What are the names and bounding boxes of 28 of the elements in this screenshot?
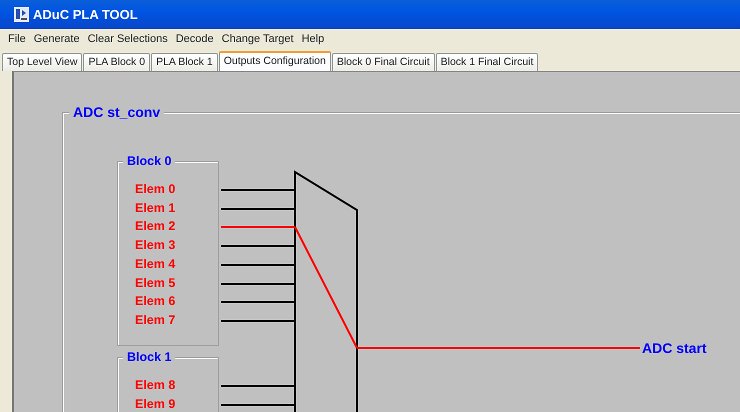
menu-item[interactable]: Help — [298, 31, 328, 48]
element-label: Elem 7 — [135, 314, 176, 326]
tab[interactable]: Top Level View — [2, 53, 82, 71]
element-label: Elem 6 — [135, 295, 176, 308]
tab[interactable]: Outputs Configuration — [218, 51, 331, 72]
tab[interactable]: Block 0 Final Circuit — [332, 53, 435, 71]
element-label: Elem 2 — [135, 220, 176, 233]
element-label: Elem 0 — [135, 183, 176, 196]
output-label: ADC start — [642, 341, 707, 355]
element-label: Elem 4 — [135, 258, 176, 270]
block-title: Block 1 — [123, 351, 176, 364]
menu-item[interactable]: Generate — [30, 31, 84, 48]
tab[interactable]: PLA Block 0 — [83, 53, 150, 71]
block-title: Block 0 — [123, 155, 176, 168]
element-label: Elem 5 — [135, 276, 176, 289]
element-label: Elem 1 — [135, 202, 176, 214]
menu-item[interactable]: Clear Selections — [84, 31, 172, 48]
element-label: Elem 3 — [135, 239, 176, 252]
app-icon — [14, 7, 29, 22]
tab[interactable]: Block 1 Final Circuit — [436, 53, 538, 71]
menu-item[interactable]: Decode — [172, 31, 218, 48]
menu-item[interactable]: File — [4, 31, 30, 48]
element-label: Elem 8 — [135, 379, 176, 392]
window-title: ADuC PLA TOOL — [33, 6, 138, 24]
tab[interactable]: PLA Block 1 — [151, 53, 218, 71]
element-label: Elem 9 — [135, 398, 176, 410]
group-title: ADC st_conv — [69, 105, 164, 119]
menu-item[interactable]: Change Target — [218, 31, 298, 48]
